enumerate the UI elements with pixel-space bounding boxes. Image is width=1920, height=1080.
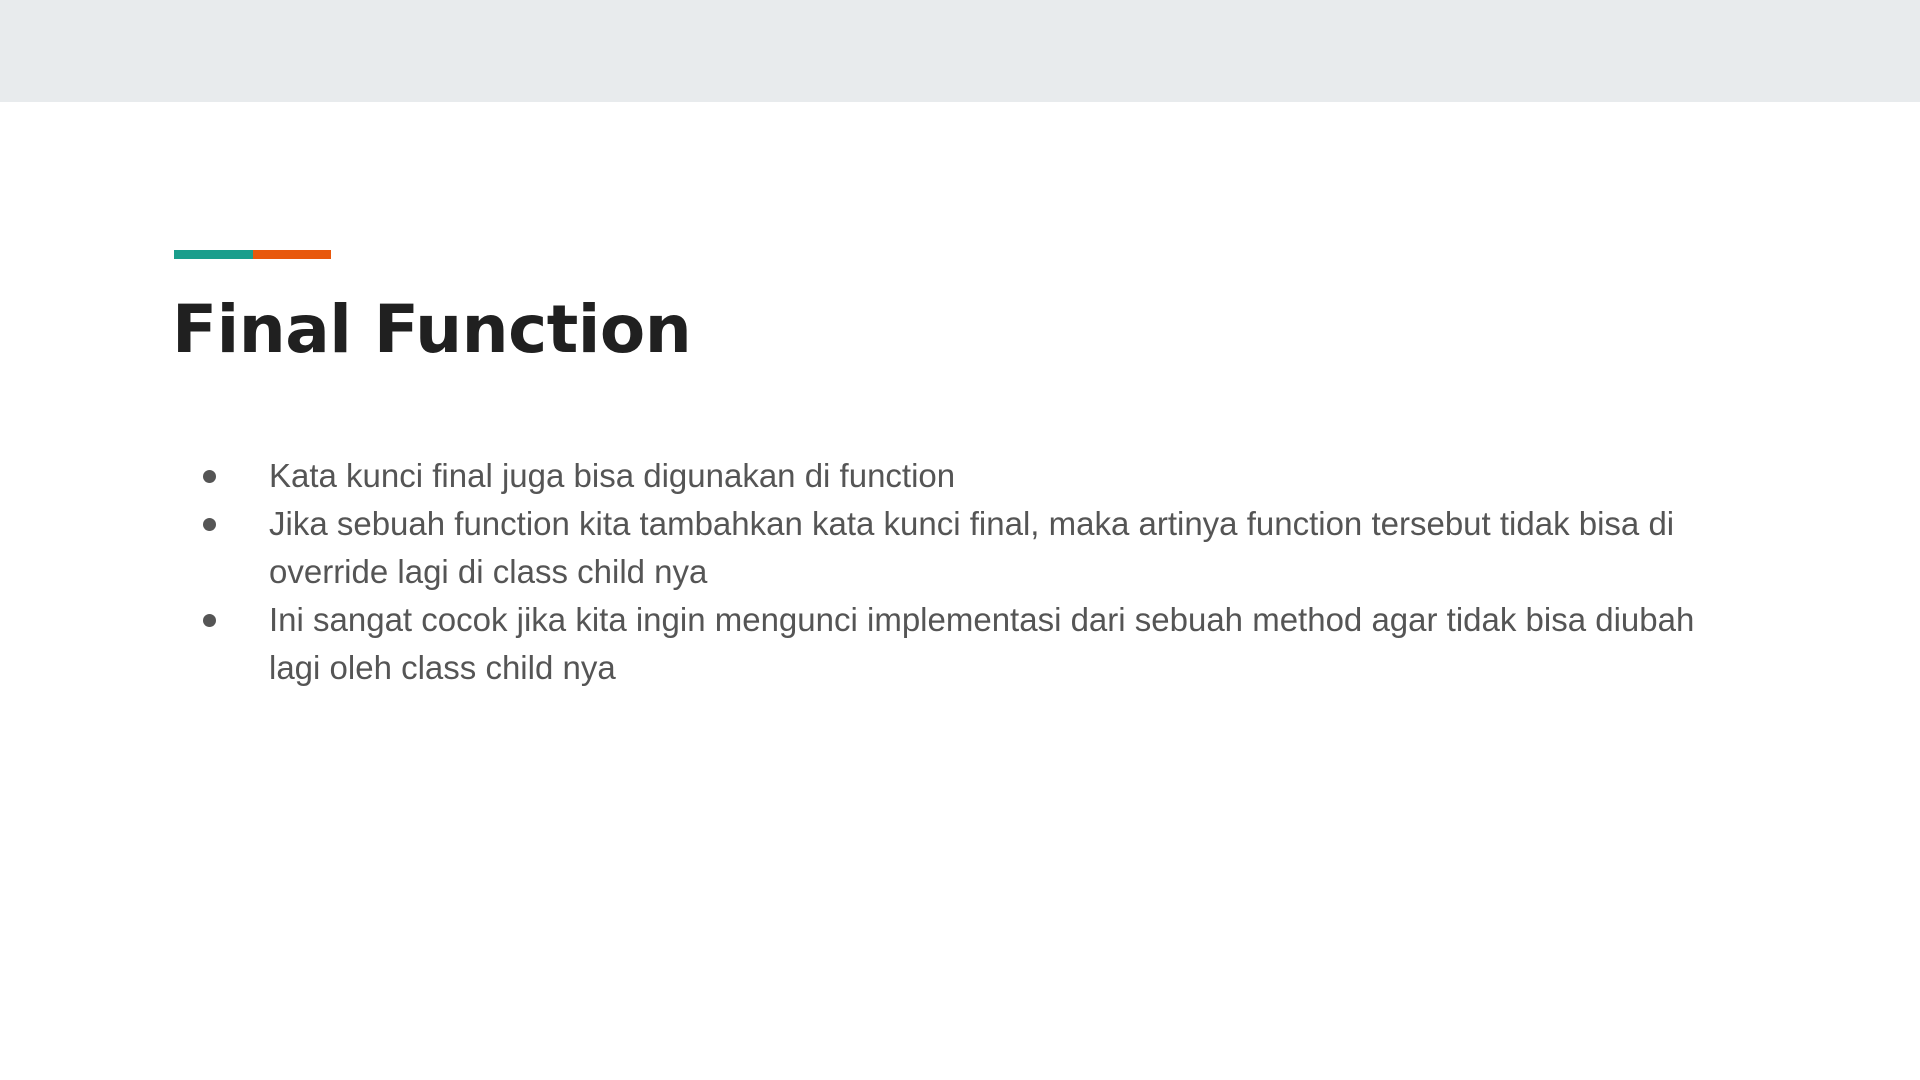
bullet-item: Kata kunci final juga bisa digunakan di … [180,452,1750,500]
bullet-dot-icon [203,470,216,483]
slide: Final Function Kata kunci final juga bis… [0,102,1920,1080]
bullet-text: Ini sangat cocok jika kita ingin mengunc… [269,601,1695,686]
title-accent-bar [174,250,331,259]
accent-orange-segment [253,250,331,259]
top-band [0,0,1920,102]
bullet-dot-icon [203,518,216,531]
slide-title: Final Function [172,291,692,368]
bullet-item: Jika sebuah function kita tambahkan kata… [180,500,1750,596]
accent-teal-segment [174,250,253,259]
bullet-text: Kata kunci final juga bisa digunakan di … [269,457,956,494]
bullet-item: Ini sangat cocok jika kita ingin mengunc… [180,596,1750,692]
bullet-list: Kata kunci final juga bisa digunakan di … [180,452,1750,692]
bullet-text: Jika sebuah function kita tambahkan kata… [269,505,1675,590]
bullet-dot-icon [203,614,216,627]
